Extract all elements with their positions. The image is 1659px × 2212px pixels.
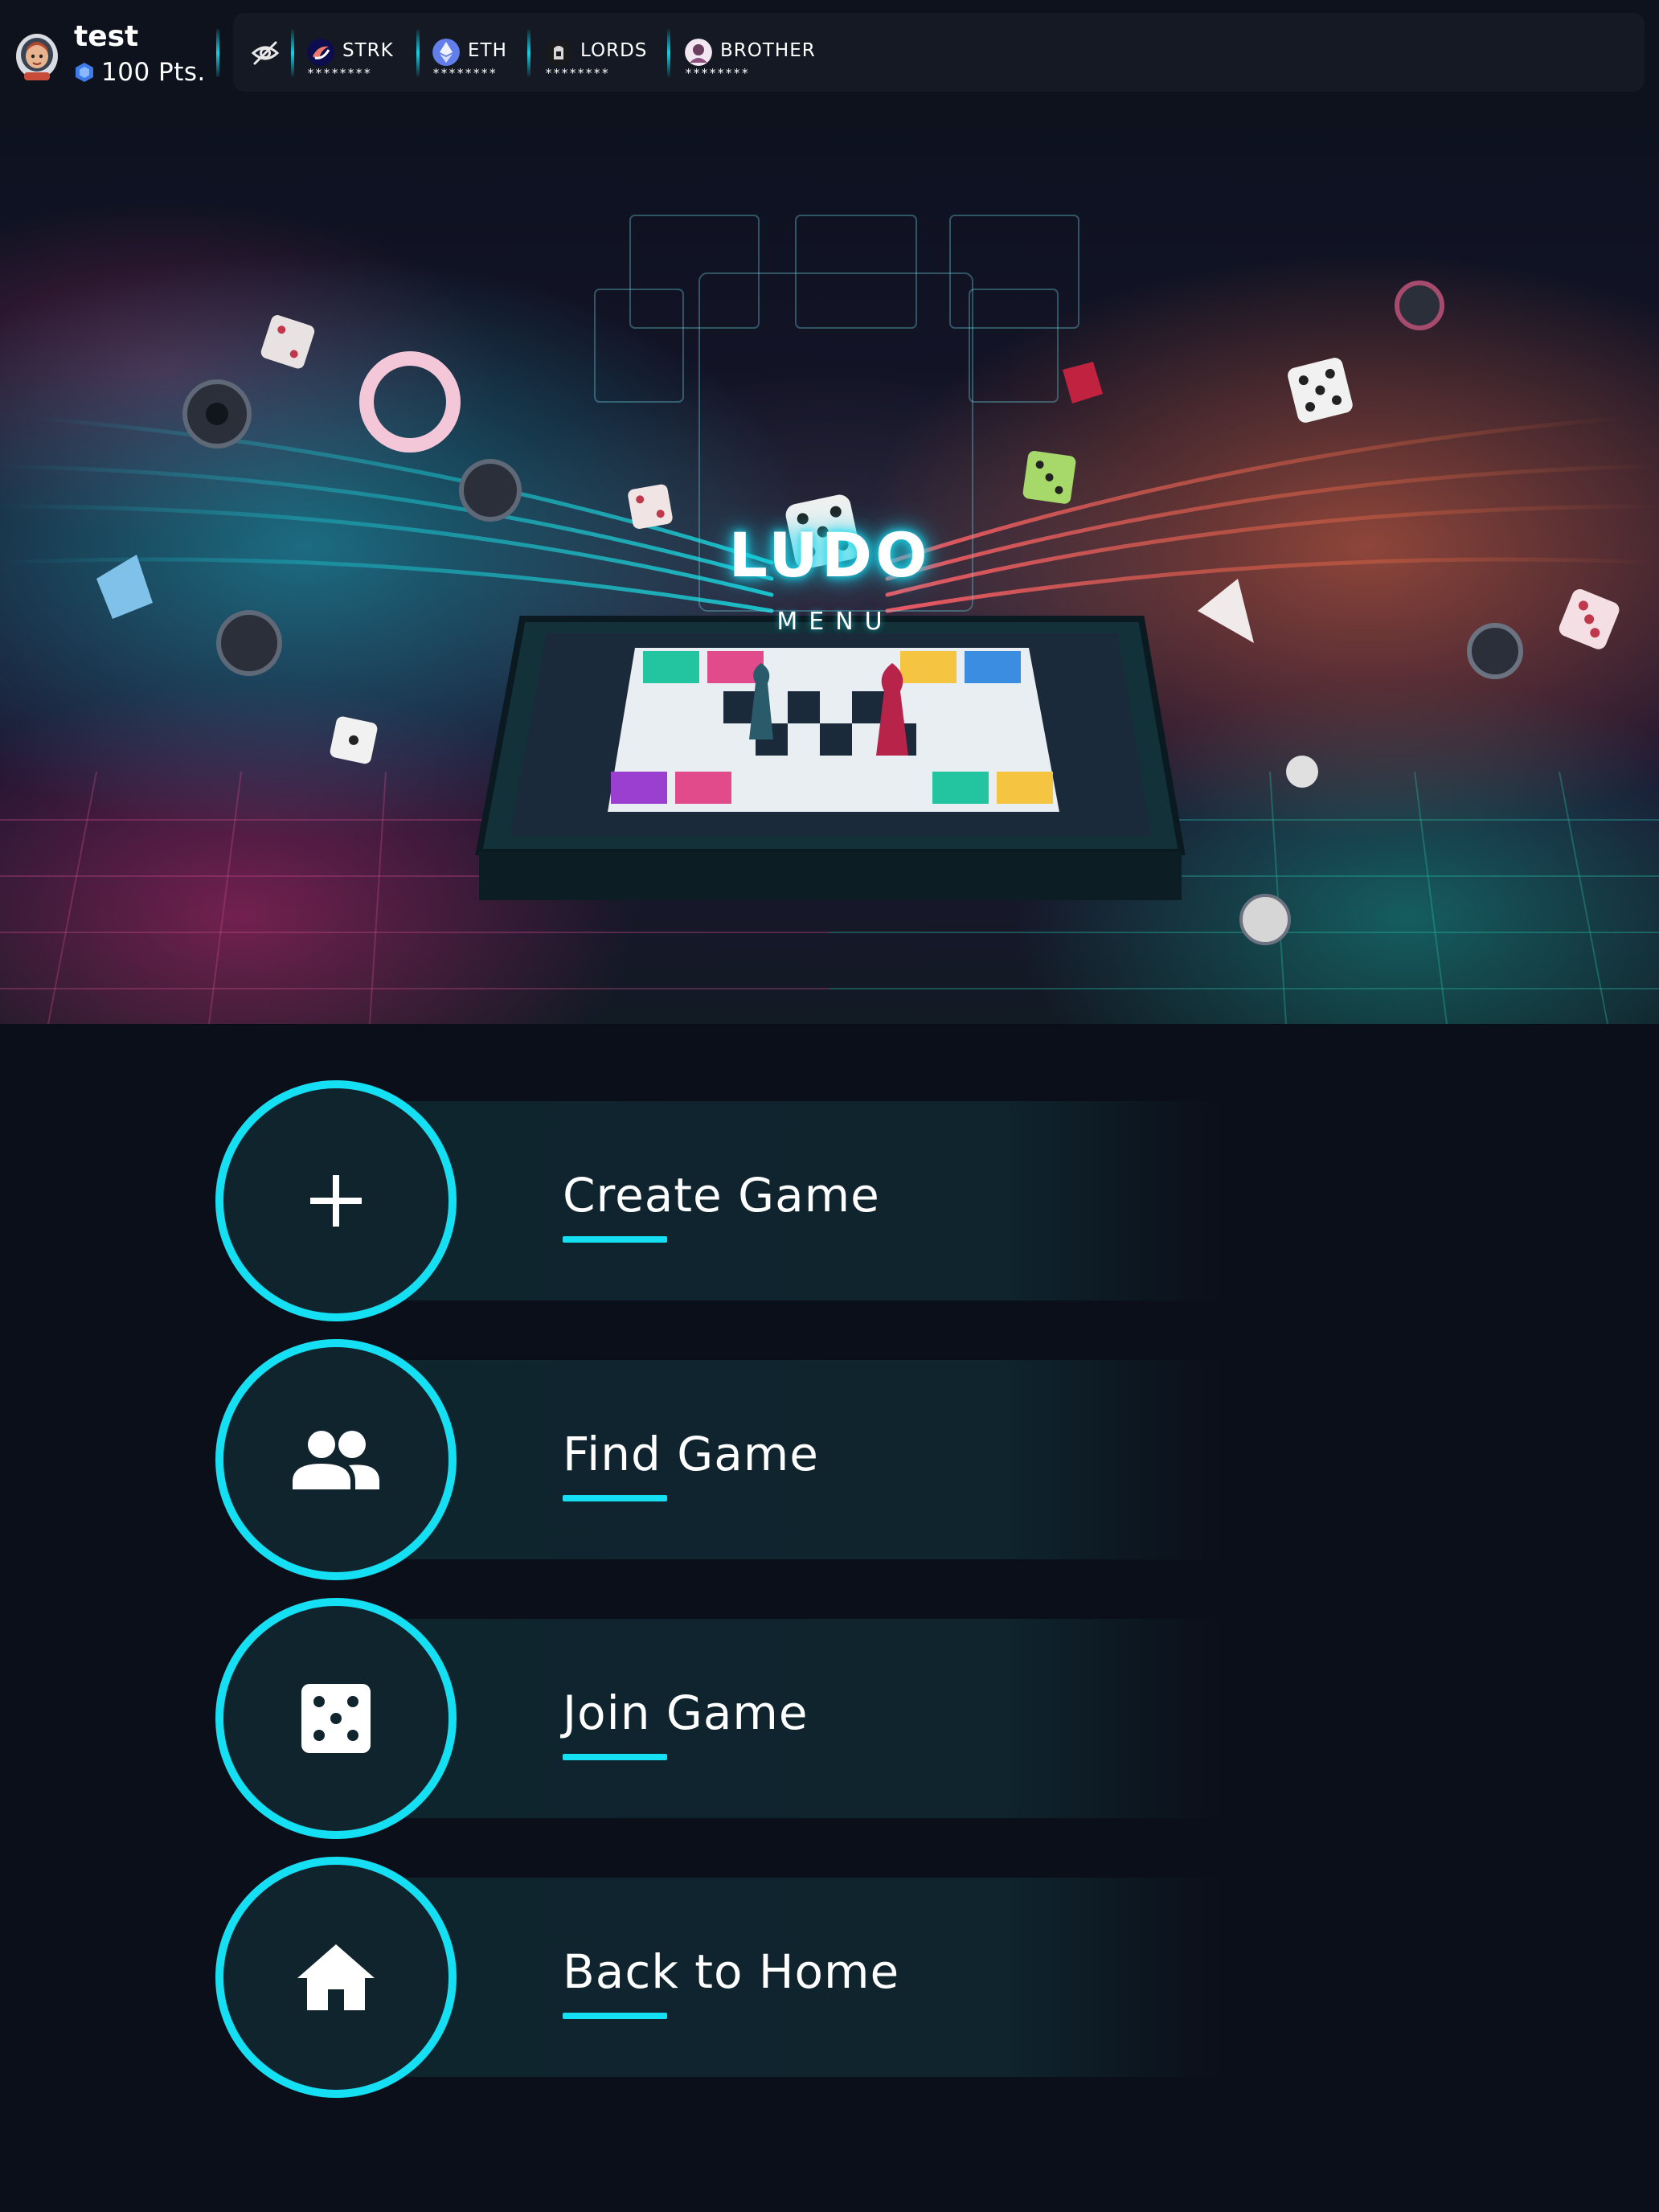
menu-item-background bbox=[296, 1619, 1582, 1818]
token-brother[interactable]: BROTHER ******** bbox=[685, 26, 830, 82]
divider bbox=[527, 29, 530, 77]
label-underline bbox=[563, 1754, 667, 1760]
menu-icon-circle bbox=[215, 1080, 457, 1321]
menu-subtitle: MENU bbox=[776, 608, 894, 636]
token-symbol: BROTHER bbox=[720, 40, 816, 61]
token-balance: ******** bbox=[545, 66, 610, 80]
brother-token-icon bbox=[685, 39, 712, 66]
menu-item-label: Create Game bbox=[563, 1168, 880, 1223]
main-menu: Create Game Find Game Join Game Back to … bbox=[0, 1024, 1659, 2212]
label-underline bbox=[563, 2013, 667, 2019]
points-value: 100 Pts. bbox=[101, 58, 206, 87]
label-underline bbox=[563, 1495, 667, 1501]
game-title: LUDO bbox=[728, 519, 931, 591]
menu-item-label: Find Game bbox=[563, 1427, 819, 1481]
hero-banner: LUDO MENU bbox=[0, 129, 1659, 1024]
divider bbox=[291, 29, 294, 77]
points-gem-icon bbox=[76, 63, 93, 82]
token-symbol: STRK bbox=[342, 40, 394, 61]
token-symbol: LORDS bbox=[580, 40, 648, 61]
join-game-button[interactable]: Join Game bbox=[215, 1598, 1582, 1839]
token-balance: ******** bbox=[432, 66, 498, 80]
token-balance: ******** bbox=[685, 66, 750, 80]
menu-icon-circle bbox=[215, 1598, 457, 1839]
lords-token-icon bbox=[545, 39, 572, 66]
eth-token-icon bbox=[432, 39, 460, 66]
menu-item-label: Back to Home bbox=[563, 1944, 900, 1999]
astronaut-avatar-icon bbox=[16, 34, 58, 80]
username: test bbox=[74, 20, 139, 53]
menu-icon-circle bbox=[215, 1857, 457, 2098]
divider bbox=[216, 29, 219, 77]
menu-item-background bbox=[296, 1101, 1582, 1301]
token-eth[interactable]: ETH ******** bbox=[432, 26, 529, 82]
eye-off-icon[interactable] bbox=[249, 37, 281, 69]
token-symbol: ETH bbox=[468, 40, 507, 61]
plus-icon bbox=[310, 1175, 362, 1227]
divider bbox=[667, 29, 670, 77]
wallet-balances-panel: STRK ******** ETH ******** LORDS *******… bbox=[233, 13, 1645, 92]
menu-item-background bbox=[296, 1878, 1582, 2077]
back-to-home-button[interactable]: Back to Home bbox=[215, 1857, 1582, 2098]
create-game-button[interactable]: Create Game bbox=[215, 1080, 1582, 1321]
user-profile[interactable]: test 100 Pts. bbox=[14, 21, 223, 88]
find-game-button[interactable]: Find Game bbox=[215, 1339, 1582, 1580]
divider bbox=[416, 29, 420, 77]
dice-icon bbox=[301, 1684, 371, 1753]
menu-item-background bbox=[296, 1360, 1582, 1559]
token-balance: ******** bbox=[307, 66, 372, 80]
points-display: 100 Pts. bbox=[74, 56, 206, 88]
label-underline bbox=[563, 1236, 667, 1243]
token-lords[interactable]: LORDS ******** bbox=[545, 26, 666, 82]
menu-item-label: Join Game bbox=[563, 1686, 809, 1740]
token-strk[interactable]: STRK ******** bbox=[307, 26, 420, 82]
menu-icon-circle bbox=[215, 1339, 457, 1580]
strk-token-icon bbox=[307, 39, 334, 66]
users-icon bbox=[293, 1431, 379, 1489]
home-icon bbox=[297, 1944, 375, 2010]
top-bar: test 100 Pts. STRK ******** ETH ********… bbox=[0, 0, 1659, 129]
